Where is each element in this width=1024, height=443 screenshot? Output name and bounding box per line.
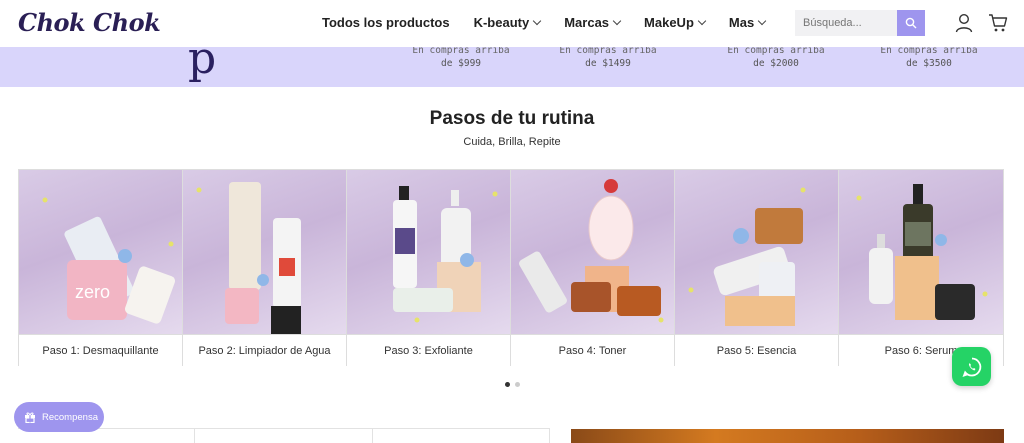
carousel-pagination bbox=[505, 382, 520, 387]
card-label: Paso 3: Exfoliante bbox=[347, 334, 510, 366]
section-subtitle: Cuida, Brilla, Repite bbox=[463, 136, 561, 148]
cart-icon[interactable] bbox=[988, 13, 1008, 33]
card-label: Paso 4: Toner bbox=[511, 334, 674, 366]
chevron-down-icon bbox=[532, 16, 542, 25]
promo-banner: p En compras arriba de $999 En compras ar… bbox=[0, 47, 1024, 87]
chevron-down-icon bbox=[612, 16, 622, 25]
section-title: Pasos de tu rutina bbox=[429, 108, 595, 129]
search-icon bbox=[905, 17, 917, 29]
next-section-grid bbox=[18, 428, 550, 443]
nav-mas[interactable]: Mas bbox=[729, 15, 767, 30]
reward-button[interactable]: Recompensa bbox=[14, 402, 104, 432]
product-image bbox=[183, 170, 346, 334]
routine-card-5[interactable]: Paso 5: Esencia bbox=[675, 170, 839, 366]
search-button[interactable] bbox=[897, 10, 925, 36]
routine-carousel: zero Paso 1: Desmaquillante Paso 2: Limp… bbox=[18, 169, 1004, 366]
brand-logo[interactable]: Chok Chok bbox=[18, 8, 161, 37]
routine-card-6[interactable]: Paso 6: Serum bbox=[839, 170, 1003, 366]
product-image: zero bbox=[19, 170, 182, 334]
svg-text:zero: zero bbox=[75, 282, 110, 302]
page: Chok Chok Todos los productos K-beauty M… bbox=[0, 0, 1024, 443]
product-image bbox=[511, 170, 674, 334]
product-image bbox=[347, 170, 510, 334]
whatsapp-icon bbox=[961, 357, 981, 377]
banner-tier: En compras arriba de $999 bbox=[412, 47, 510, 69]
nav-marcas[interactable]: Marcas bbox=[564, 15, 622, 30]
user-icon[interactable] bbox=[955, 13, 973, 33]
banner-tier: En compras arriba de $2000 bbox=[727, 47, 825, 69]
banner-tier: En compras arriba de $1499 bbox=[559, 47, 657, 69]
chevron-down-icon bbox=[697, 16, 707, 25]
whatsapp-button[interactable] bbox=[952, 347, 991, 386]
routine-card-4[interactable]: Paso 4: Toner bbox=[511, 170, 675, 366]
nav-k-beauty[interactable]: K-beauty bbox=[474, 15, 542, 30]
routine-card-2[interactable]: Paso 2: Limpiador de Agua bbox=[183, 170, 347, 366]
routine-card-1[interactable]: zero Paso 1: Desmaquillante bbox=[19, 170, 183, 366]
banner-tier: En compras arriba de $3500 bbox=[880, 47, 978, 69]
pagination-dot-1[interactable] bbox=[505, 382, 510, 387]
chevron-down-icon bbox=[757, 16, 767, 25]
next-section-image bbox=[571, 429, 1004, 443]
card-label: Paso 5: Esencia bbox=[675, 334, 838, 366]
search-input[interactable] bbox=[795, 10, 897, 36]
banner-graphic: p bbox=[188, 47, 217, 84]
main-nav: Todos los productos K-beauty Marcas Make… bbox=[322, 15, 767, 30]
site-header: Chok Chok Todos los productos K-beauty M… bbox=[0, 0, 1024, 47]
nav-makeup[interactable]: MakeUp bbox=[644, 15, 707, 30]
pagination-dot-2[interactable] bbox=[515, 382, 520, 387]
nav-todos-los-productos[interactable]: Todos los productos bbox=[322, 15, 450, 30]
product-image bbox=[839, 170, 1003, 334]
gift-icon bbox=[25, 412, 35, 423]
card-label: Paso 1: Desmaquillante bbox=[19, 334, 182, 366]
card-label: Paso 2: Limpiador de Agua bbox=[183, 334, 346, 366]
routine-card-3[interactable]: Paso 3: Exfoliante bbox=[347, 170, 511, 366]
product-image bbox=[675, 170, 838, 334]
